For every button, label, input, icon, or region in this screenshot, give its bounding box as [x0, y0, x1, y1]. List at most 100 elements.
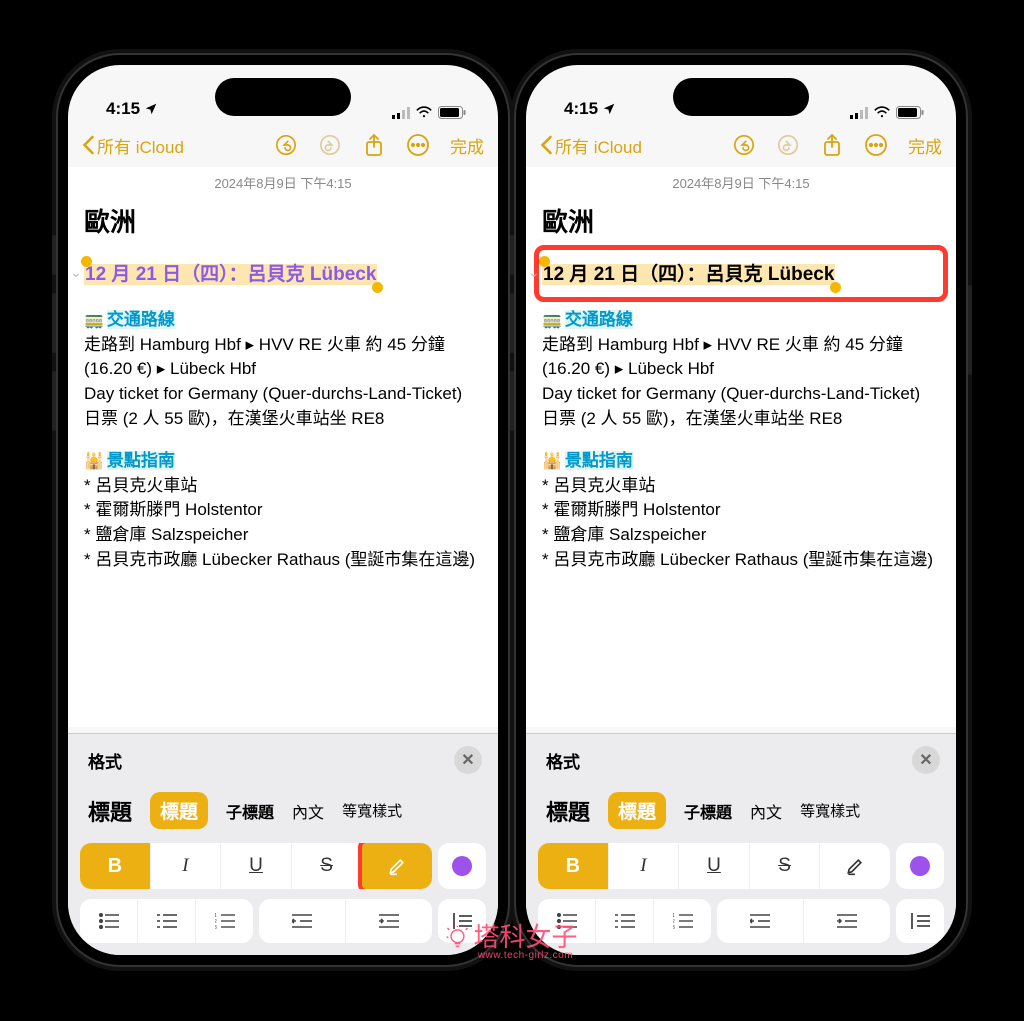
wifi-icon	[873, 106, 891, 119]
back-button[interactable]: 所有 iCloud	[540, 133, 642, 158]
style-title[interactable]: 標題	[546, 795, 590, 827]
done-button[interactable]: 完成	[450, 133, 484, 158]
text-style-row[interactable]: 標題 標題 子標題 內文 等寬樣式	[68, 786, 498, 843]
highlight-button[interactable]	[361, 843, 432, 889]
style-body[interactable]: 內文	[750, 799, 782, 823]
undo-icon[interactable]	[274, 133, 298, 157]
cellular-icon	[392, 107, 410, 119]
style-title[interactable]: 標題	[88, 795, 132, 827]
note-title: 歐洲	[84, 202, 482, 259]
back-button[interactable]: 所有 iCloud	[82, 133, 184, 158]
more-icon[interactable]	[864, 133, 888, 157]
note-content[interactable]: 2024年8月9日 下午4:15 歐洲 ⌄ 12 月 21 日（四）：呂貝克 L…	[526, 167, 956, 727]
highlight-button[interactable]	[819, 843, 890, 889]
selection-handle-start[interactable]	[539, 256, 550, 267]
battery-icon	[896, 106, 924, 119]
phone-left: 4:15 所有 iCloud	[58, 55, 508, 965]
section-sights: 景點指南	[107, 451, 175, 470]
cellular-icon	[850, 107, 868, 119]
body-line: * 呂貝克市政廳 Lübecker Rathaus (聖誕市集在這邊)	[84, 548, 482, 573]
text-style-row[interactable]: 標題 標題 子標題 內文 等寬樣式	[526, 786, 956, 843]
location-icon	[602, 102, 616, 116]
note-heading[interactable]: ⌄ 12 月 21 日（四）：呂貝克 Lübeck	[84, 259, 482, 286]
format-panel: 格式 ✕ 標題 標題 子標題 內文 等寬樣式 B I U S	[68, 733, 498, 955]
italic-button[interactable]: I	[150, 843, 221, 889]
phone-right: 4:15 所有 iCloud	[516, 55, 966, 965]
annotation-highlight	[358, 843, 432, 889]
undo-icon[interactable]	[732, 133, 756, 157]
body-line: * 呂貝克市政廳 Lübecker Rathaus (聖誕市集在這邊)	[542, 548, 940, 573]
body-line: * 鹽倉庫 Salzspeicher	[84, 523, 482, 548]
section-transport: 交通路線	[107, 310, 175, 329]
battery-icon	[438, 106, 466, 119]
number-list-button[interactable]: 123	[653, 899, 711, 943]
nav-bar: 所有 iCloud 完成	[526, 123, 956, 167]
section-sights: 景點指南	[565, 451, 633, 470]
collapse-icon[interactable]: ⌄	[528, 264, 540, 281]
section-transport: 交通路線	[565, 310, 633, 329]
close-icon[interactable]: ✕	[912, 746, 940, 774]
note-timestamp: 2024年8月9日 下午4:15	[84, 167, 482, 202]
style-mono[interactable]: 等寬樣式	[342, 800, 402, 821]
italic-button[interactable]: I	[608, 843, 679, 889]
collapse-icon[interactable]: ⌄	[70, 264, 82, 281]
redo-icon	[318, 133, 342, 157]
style-mono[interactable]: 等寬樣式	[800, 800, 860, 821]
body-line: 走路到 Hamburg Hbf ▸ HVV RE 火車 約 45 分鐘 (16.…	[542, 333, 940, 382]
bold-button[interactable]: B	[80, 843, 150, 889]
strike-button[interactable]: S	[749, 843, 820, 889]
body-line: * 呂貝克火車站	[84, 474, 482, 499]
outdent-button[interactable]	[259, 899, 345, 943]
close-icon[interactable]: ✕	[454, 746, 482, 774]
body-line: Day ticket for Germany (Quer-durchs-Land…	[84, 382, 482, 431]
style-heading[interactable]: 標題	[150, 792, 208, 829]
share-icon[interactable]	[820, 133, 844, 157]
style-body[interactable]: 內文	[292, 799, 324, 823]
format-label: 格式	[88, 748, 122, 773]
svg-text:3: 3	[673, 925, 675, 929]
dash-list-button[interactable]	[137, 899, 195, 943]
underline-button[interactable]: U	[220, 843, 291, 889]
bold-button[interactable]: B	[538, 843, 608, 889]
location-icon	[144, 102, 158, 116]
indent-button[interactable]	[803, 899, 890, 943]
format-panel: 格式 ✕ 標題 標題 子標題 內文 等寬樣式 B I U S	[526, 733, 956, 955]
body-line: * 霍爾斯滕門 Holstentor	[84, 498, 482, 523]
body-line: * 霍爾斯滕門 Holstentor	[542, 498, 940, 523]
done-button[interactable]: 完成	[908, 133, 942, 158]
note-timestamp: 2024年8月9日 下午4:15	[542, 167, 940, 202]
body-line: Day ticket for Germany (Quer-durchs-Land…	[542, 382, 940, 431]
svg-text:3: 3	[215, 925, 217, 929]
note-heading[interactable]: ⌄ 12 月 21 日（四）：呂貝克 Lübeck	[542, 259, 940, 286]
dash-list-button[interactable]	[595, 899, 653, 943]
watermark: 塔科女子 www.tech-girlz.com	[446, 917, 577, 961]
style-subheading[interactable]: 子標題	[684, 799, 732, 823]
note-content[interactable]: 2024年8月9日 下午4:15 歐洲 ⌄ 12 月 21 日（四）：呂貝克 L…	[68, 167, 498, 727]
wifi-icon	[415, 106, 433, 119]
status-time: 4:15	[564, 99, 598, 119]
dynamic-island	[215, 78, 351, 116]
selection-handle-end[interactable]	[372, 282, 383, 293]
number-list-button[interactable]: 123	[195, 899, 253, 943]
style-heading[interactable]: 標題	[608, 792, 666, 829]
style-subheading[interactable]: 子標題	[226, 799, 274, 823]
nav-bar: 所有 iCloud 完成	[68, 123, 498, 167]
dynamic-island	[673, 78, 809, 116]
indent-button[interactable]	[345, 899, 432, 943]
body-line: * 呂貝克火車站	[542, 474, 940, 499]
outdent-button[interactable]	[717, 899, 803, 943]
underline-button[interactable]: U	[678, 843, 749, 889]
text-color-button[interactable]	[438, 843, 486, 889]
body-line: 走路到 Hamburg Hbf ▸ HVV RE 火車 約 45 分鐘 (16.…	[84, 333, 482, 382]
block-quote-button[interactable]	[896, 899, 944, 943]
more-icon[interactable]	[406, 133, 430, 157]
strike-button[interactable]: S	[291, 843, 362, 889]
status-time: 4:15	[106, 99, 140, 119]
bullet-list-button[interactable]	[80, 899, 137, 943]
share-icon[interactable]	[362, 133, 386, 157]
body-line: * 鹽倉庫 Salzspeicher	[542, 523, 940, 548]
text-color-button[interactable]	[896, 843, 944, 889]
redo-icon	[776, 133, 800, 157]
selection-handle-start[interactable]	[81, 256, 92, 267]
format-label: 格式	[546, 748, 580, 773]
